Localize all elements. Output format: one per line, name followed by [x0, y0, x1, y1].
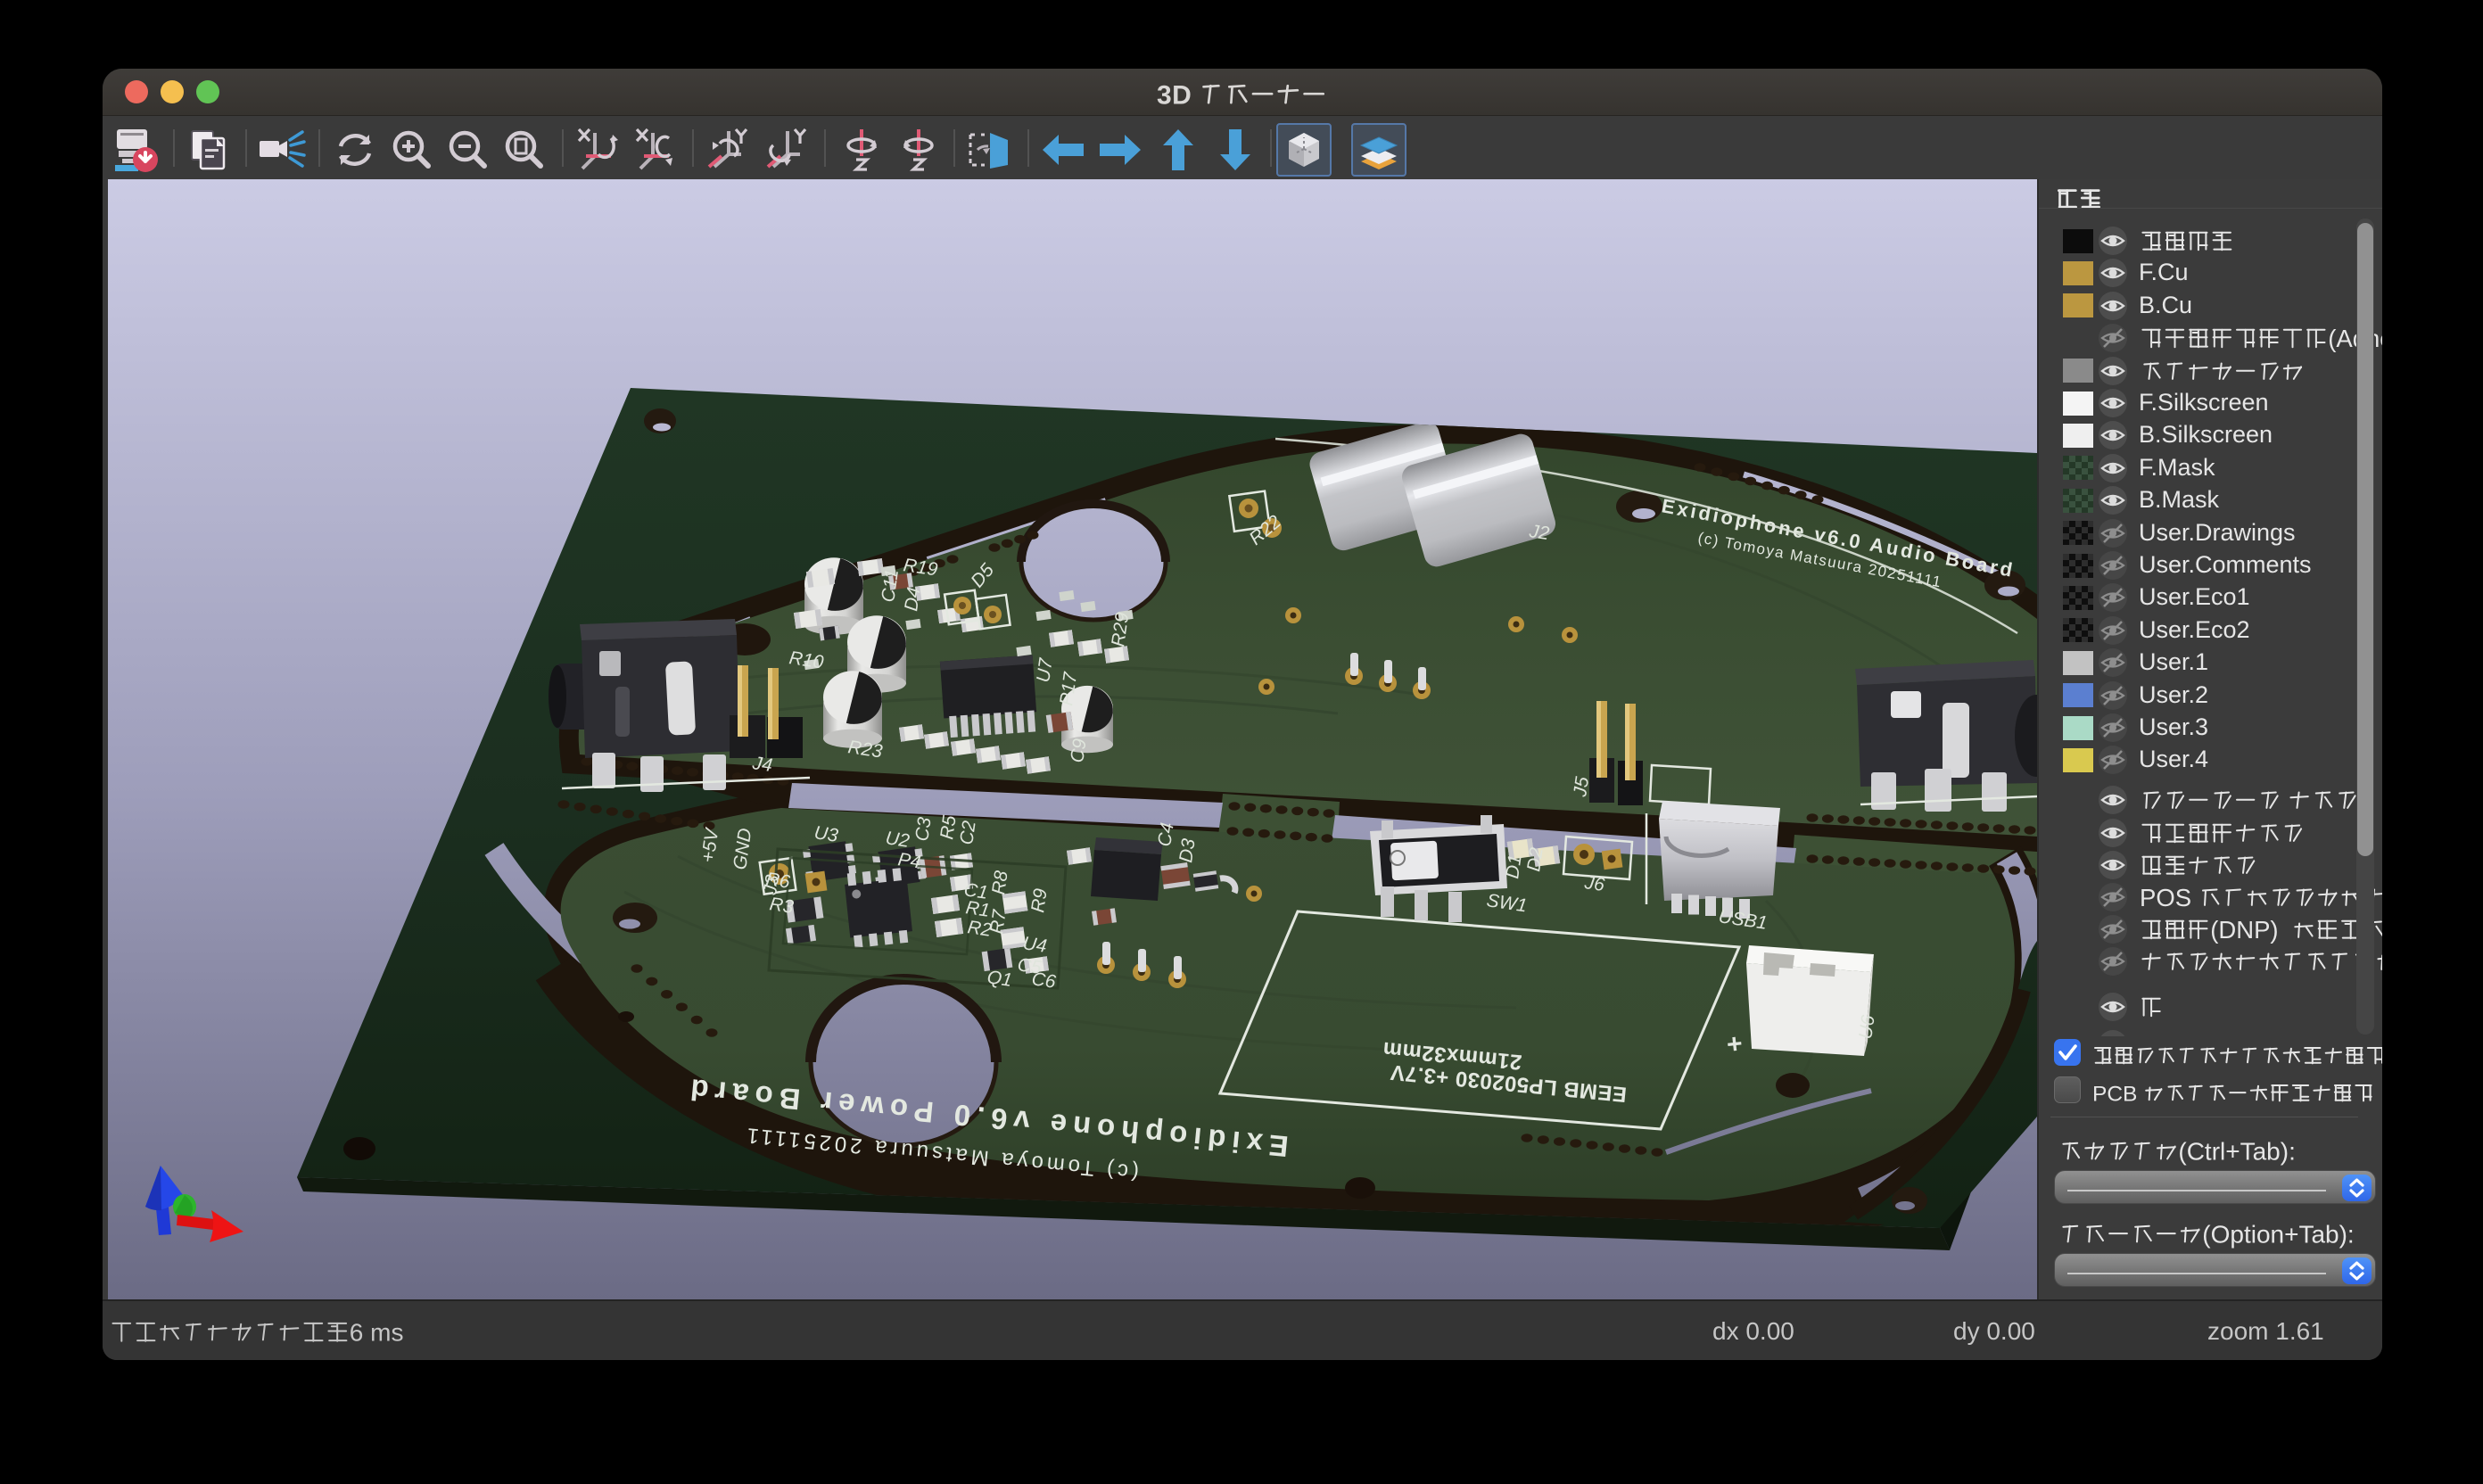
svg-text:U2: U2: [884, 828, 911, 852]
svg-text:J5: J5: [1570, 775, 1593, 798]
svg-text:D2: D2: [1523, 846, 1547, 873]
svg-text:C3: C3: [912, 816, 936, 843]
svg-text:C6: C6: [1030, 969, 1057, 993]
svg-text:R3: R3: [768, 894, 795, 918]
svg-text:(Option+Tab):: (Option+Tab):: [2202, 1221, 2354, 1249]
svg-text:R6: R6: [764, 869, 791, 893]
svg-text:U7: U7: [1033, 656, 1057, 684]
svg-text:+: +: [1725, 1029, 1744, 1060]
svg-text:Q1: Q1: [986, 967, 1013, 991]
svg-text:C9: C9: [1067, 738, 1091, 764]
svg-text:J6: J6: [1582, 872, 1606, 895]
svg-text:R7: R7: [986, 908, 1011, 936]
svg-text:U3: U3: [813, 822, 839, 846]
svg-text:6 ms: 6 ms: [350, 1319, 404, 1347]
svg-text:(Ctrl+Tab):: (Ctrl+Tab):: [2178, 1138, 2295, 1166]
svg-text:D3: D3: [1176, 837, 1200, 864]
svg-text:J2: J2: [1527, 521, 1551, 544]
svg-text:PCB: PCB: [2092, 1082, 2137, 1106]
svg-text:R9: R9: [1027, 887, 1052, 914]
svg-text:J4: J4: [750, 753, 773, 776]
svg-text:R8: R8: [988, 870, 1012, 896]
svg-text:C4: C4: [1154, 821, 1178, 848]
svg-text:D4: D4: [901, 586, 925, 613]
svg-text:POS: POS: [2140, 884, 2191, 911]
svg-text:U4: U4: [1021, 933, 1048, 957]
svg-text:U6: U6: [1855, 1014, 1879, 1041]
svg-text:3D: 3D: [1157, 81, 1192, 111]
svg-text:D1: D1: [1502, 853, 1526, 880]
svg-text:C2: C2: [956, 820, 980, 846]
svg-text:P4: P4: [896, 849, 922, 872]
svg-text:(DNP): (DNP): [2210, 916, 2278, 944]
